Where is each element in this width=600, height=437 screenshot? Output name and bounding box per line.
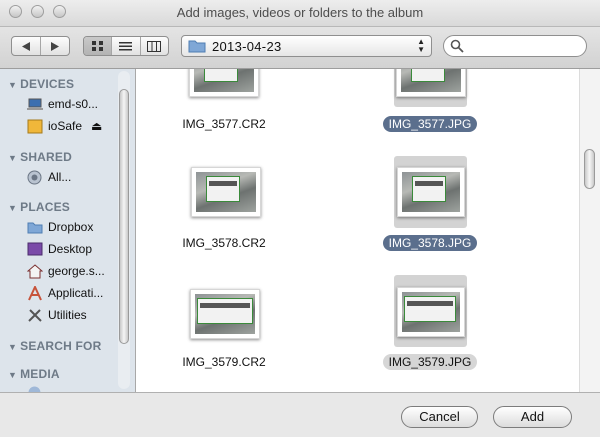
file-name-img-3577-jpg[interactable]: IMG_3577.JPG	[370, 116, 490, 132]
search-field[interactable]	[443, 35, 587, 57]
sidebar-scrollbar-thumb[interactable]	[119, 89, 129, 344]
file-scrollbar-track[interactable]	[579, 69, 600, 392]
file-thumbnail[interactable]	[189, 69, 259, 97]
sidebar-section-places[interactable]: ▼ PLACES	[8, 200, 70, 214]
sidebar-section-devices[interactable]: ▼ DEVICES	[8, 77, 74, 91]
file-thumbnail[interactable]	[397, 287, 465, 337]
music-icon	[26, 385, 43, 392]
icon-view-icon	[91, 40, 103, 51]
file-name-img-3578-jpg[interactable]: IMG_3578.JPG	[370, 235, 490, 251]
utilities-icon	[26, 308, 43, 323]
sidebar-item-iosafe[interactable]: ioSafe ⏏	[26, 117, 102, 135]
sidebar-item-desktop[interactable]: Desktop	[26, 240, 92, 258]
back-button[interactable]	[12, 37, 42, 55]
file-name-img-3579-cr2[interactable]: IMG_3579.CR2	[164, 355, 284, 369]
file-thumbnail[interactable]	[191, 167, 261, 217]
location-label: 2013-04-23	[212, 38, 282, 54]
list-view-button[interactable]	[112, 37, 141, 55]
drive-icon	[26, 119, 43, 134]
popup-arrows-icon: ▲ ▼	[417, 37, 425, 54]
column-view-icon	[147, 40, 162, 52]
file-thumbnail[interactable]	[396, 69, 466, 97]
forward-button[interactable]	[41, 37, 69, 55]
back-arrow-icon	[22, 41, 31, 51]
file-thumbnail[interactable]	[397, 167, 465, 217]
desktop-icon	[26, 242, 43, 257]
location-popup[interactable]: 2013-04-23 ▲ ▼	[181, 35, 432, 57]
network-icon	[26, 170, 43, 185]
icon-view-button[interactable]	[84, 37, 113, 55]
file-scrollbar-thumb[interactable]	[584, 149, 595, 189]
file-browser: IMG_3577.CR2 IMG_3577.JPG IMG_3578.CR2 I…	[136, 69, 600, 392]
sidebar-item-dropbox[interactable]: Dropbox	[26, 218, 93, 236]
sidebar-item-music[interactable]	[26, 383, 48, 392]
folder-icon	[26, 220, 43, 235]
view-mode-control	[83, 36, 169, 56]
sidebar-item-emd[interactable]: emd-s0...	[26, 95, 98, 113]
file-thumbnail[interactable]	[190, 289, 260, 339]
list-view-icon	[119, 41, 133, 50]
forward-arrow-icon	[51, 41, 60, 51]
cancel-button[interactable]: Cancel	[401, 406, 478, 428]
sidebar-item-applications[interactable]: Applicati...	[26, 284, 103, 302]
file-name-img-3578-cr2[interactable]: IMG_3578.CR2	[164, 236, 284, 250]
sidebar-item-home[interactable]: george.s...	[26, 262, 105, 280]
sidebar: ▼ DEVICES emd-s0... ioSafe ⏏ ▼ SHARED All.…	[0, 69, 136, 392]
sidebar-item-utilities[interactable]: Utilities	[26, 306, 87, 324]
file-name-img-3579-jpg[interactable]: IMG_3579.JPG	[370, 354, 490, 370]
window-title: Add images, videos or folders to the alb…	[176, 5, 424, 20]
sidebar-section-media[interactable]: ▼ MEDIA	[8, 367, 60, 381]
applications-icon	[26, 285, 43, 301]
laptop-icon	[26, 97, 43, 112]
file-name-img-3577-cr2[interactable]: IMG_3577.CR2	[164, 117, 284, 131]
folder-icon	[188, 40, 206, 53]
back-forward-control	[11, 36, 70, 56]
dialog-button-bar: Cancel Add	[0, 392, 600, 437]
sidebar-section-search-for[interactable]: ▼ SEARCH FOR	[8, 339, 101, 353]
add-button[interactable]: Add	[493, 406, 572, 428]
column-view-button[interactable]	[141, 37, 168, 55]
home-icon	[26, 263, 43, 279]
toolbar: 2013-04-23 ▲ ▼	[0, 27, 600, 69]
magnifier-icon	[450, 39, 464, 53]
eject-icon[interactable]: ⏏	[91, 119, 102, 133]
sidebar-section-shared[interactable]: ▼ SHARED	[8, 150, 72, 164]
sidebar-item-all[interactable]: All...	[26, 168, 71, 186]
title-bar: Add images, videos or folders to the alb…	[0, 0, 600, 27]
